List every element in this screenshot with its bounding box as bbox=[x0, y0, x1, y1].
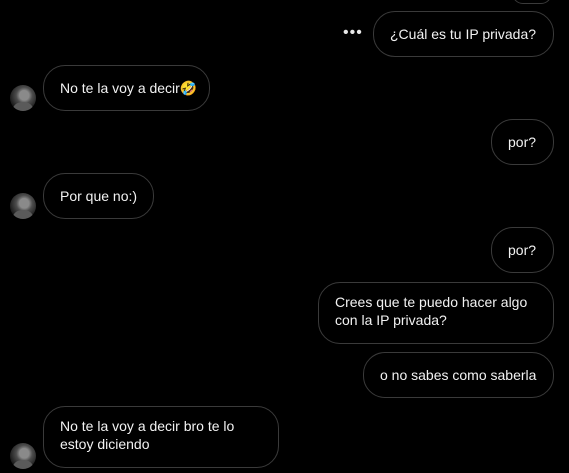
message-text: Crees que te puedo hacer algo con la IP … bbox=[335, 294, 528, 328]
message-bubble-sent[interactable]: ¿Cuál es tu IP privada? bbox=[373, 11, 554, 57]
message-text: ¿Cuál es tu IP privada? bbox=[390, 26, 537, 42]
partial-message-bubble[interactable] bbox=[512, 0, 552, 4]
message-text: o no sabes como saberla bbox=[380, 367, 537, 383]
message-bubble-received[interactable]: Por que no:) bbox=[43, 173, 154, 219]
message-text: No te la voy a decir🤣 bbox=[60, 80, 198, 96]
message-bubble-received[interactable]: No te la voy a decir bro te lo estoy dic… bbox=[43, 406, 279, 468]
message-text: Por que no:) bbox=[60, 188, 138, 204]
avatar-icon[interactable] bbox=[10, 443, 36, 469]
message-bubble-sent[interactable]: o no sabes como saberla bbox=[363, 352, 554, 398]
avatar-icon[interactable] bbox=[10, 193, 36, 219]
message-text: por? bbox=[508, 134, 537, 150]
message-text: No te la voy a decir bro te lo estoy dic… bbox=[60, 418, 235, 452]
message-bubble-sent[interactable]: por? bbox=[491, 227, 554, 273]
message-bubble-received[interactable]: No te la voy a decir🤣 bbox=[43, 65, 210, 111]
message-bubble-sent[interactable]: Crees que te puedo hacer algo con la IP … bbox=[318, 282, 554, 344]
message-text: por? bbox=[508, 242, 537, 258]
avatar-icon[interactable] bbox=[10, 85, 36, 111]
chat-thread: ••• ¿Cuál es tu IP privada? No te la voy… bbox=[0, 0, 569, 473]
message-bubble-sent[interactable]: por? bbox=[491, 119, 554, 165]
more-options-icon[interactable]: ••• bbox=[343, 24, 363, 42]
